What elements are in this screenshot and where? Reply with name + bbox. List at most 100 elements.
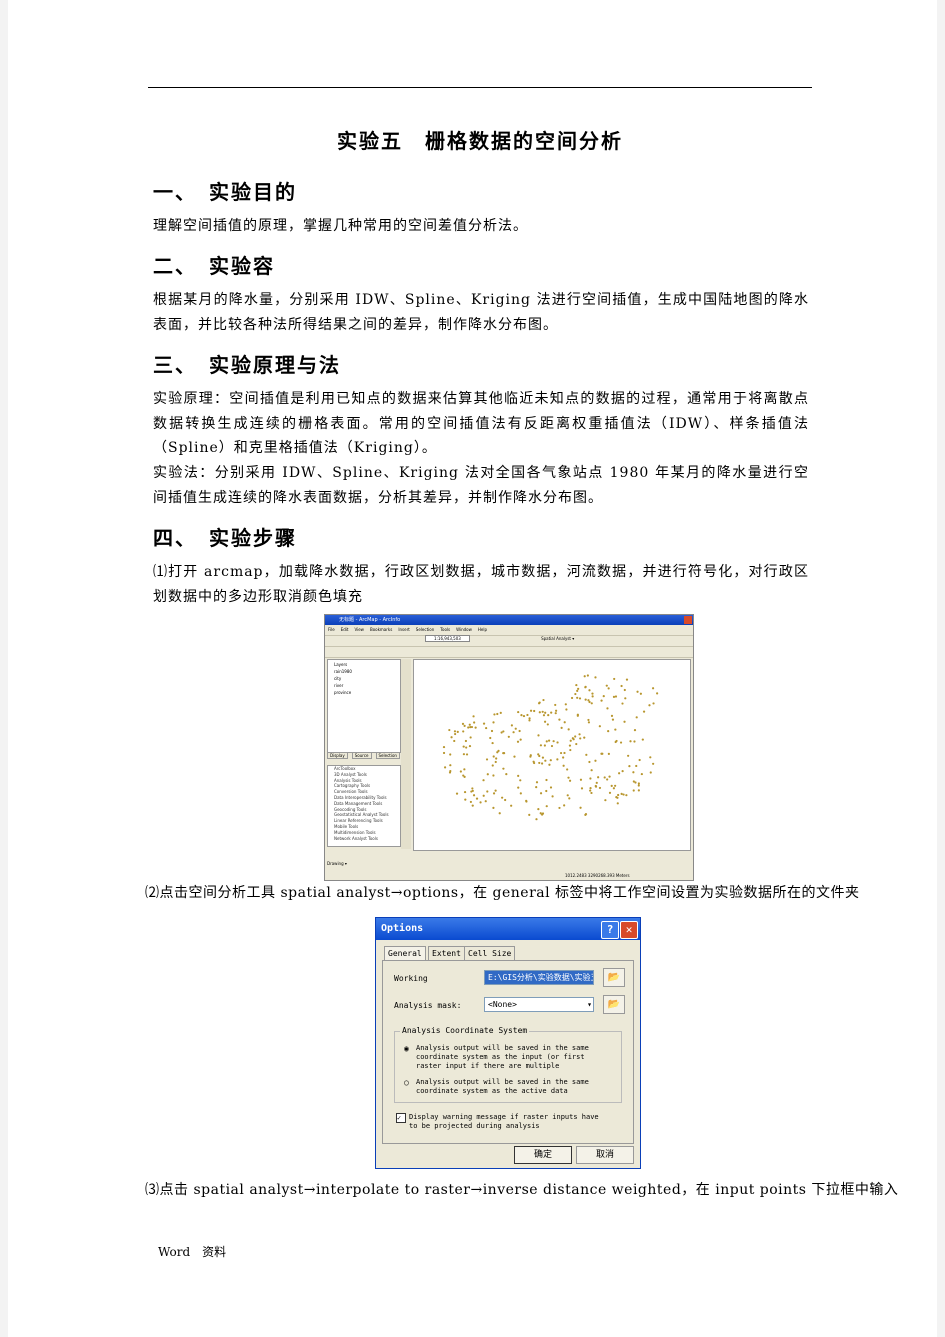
station-point [510,804,513,807]
station-point [529,754,532,757]
station-point [528,717,531,720]
station-point [621,770,624,773]
radio-same-as-input[interactable]: ◉ [404,1044,409,1053]
station-point [492,774,495,777]
item[interactable]: Window [456,627,472,632]
station-point [449,764,452,767]
station-point [589,787,592,790]
tab-cell-size[interactable]: Cell Size [464,946,516,961]
station-point [556,758,559,761]
item[interactable]: province [334,690,394,695]
step-1: ⑴打开 arcmap，加载降水数据，行政区划数据，城市数据，河流数据，并进行符号… [153,564,809,605]
warning-checkbox[interactable]: ✓ [396,1113,406,1123]
station-point [613,677,616,681]
table-of-contents: Layers rain1980 city river province [327,659,401,753]
tab-extent[interactable]: Extent [428,946,465,961]
item[interactable]: Network Analyst Tools [334,836,394,842]
station-point [637,782,640,785]
item[interactable]: Selection [375,752,400,759]
station-point [545,789,548,793]
station-point [442,745,446,749]
station-point [473,721,476,724]
tab-general[interactable]: General [384,946,426,961]
station-point [625,678,629,681]
item[interactable]: Display [327,752,348,759]
item[interactable]: Edit [341,627,349,632]
station-point [562,756,565,759]
folder-browse-icon[interactable]: 📂 [603,995,625,1014]
paragraph: 实验法：分别采用 IDW、Spline、Kriging 法对全国各气象站点 19… [153,465,809,506]
station-point [587,721,591,724]
item[interactable]: city [334,676,394,681]
station-point [616,802,619,805]
item[interactable]: Source [351,752,372,759]
station-point [502,730,505,733]
item[interactable]: Help [478,627,487,632]
station-point [569,739,572,742]
station-point [468,723,471,726]
station-point [496,712,499,716]
station-point [614,695,618,698]
item[interactable]: File [328,627,335,632]
item[interactable]: Insert [398,627,409,632]
station-point [576,696,579,699]
item[interactable]: Selection [416,627,434,632]
item[interactable]: Layers [334,662,394,667]
heading-1: 一、 实验目的 [153,180,297,204]
station-point [463,724,466,727]
station-point [563,804,566,807]
station-point [578,733,581,736]
station-point [576,689,579,693]
folder-browse-icon[interactable]: 📂 [603,968,625,987]
arcmap-title: 无标题 - ArcMap - ArcInfo [339,617,401,623]
item[interactable]: View [354,627,364,632]
analysis-mask-label: Analysis mask: [394,1001,462,1010]
arctoolbox-panel: ArcToolbox 3D Analyst Tools Analysis Tools… [327,765,401,847]
item[interactable]: Tools [440,627,450,632]
station-point [569,748,572,752]
station-point [469,736,472,739]
close-icon[interactable]: ✕ [620,921,638,939]
station-point [635,764,638,768]
station-point [588,689,591,692]
dialog-title: Options [381,923,424,934]
station-point [471,787,474,790]
item[interactable]: river [334,683,394,688]
station-point [547,739,551,742]
station-point [588,760,591,764]
spatial-analyst-menu[interactable]: Spatial Analyst ▾ [541,636,574,641]
station-point [614,740,617,744]
station-point [584,698,587,701]
drawing-toolbar[interactable]: Drawing ▾ [327,861,347,866]
footer: Word 资料 [158,1245,227,1259]
item[interactable]: rain1980 [334,669,394,674]
station-point [468,744,472,748]
item[interactable]: Bookmarks [370,627,392,632]
station-point [519,738,522,741]
item[interactable]: Data Interoperability Tools [334,795,394,801]
working-field[interactable]: E:\GIS分析\实验数据\实验五\ [484,970,594,985]
station-point [594,784,597,788]
station-point [632,780,635,783]
station-point [549,759,552,762]
station-point [547,714,550,717]
station-point [567,776,570,779]
analysis-mask-select[interactable]: <None> ▾ [484,997,594,1012]
radio-active-data[interactable]: ○ [404,1078,409,1087]
station-point [482,794,485,797]
scale-box[interactable]: 1:16,943,503 [425,635,470,642]
station-point [649,771,652,774]
help-icon[interactable]: ? [601,921,619,939]
map-view[interactable] [413,659,691,851]
station-point [636,690,639,693]
station-point [549,786,553,789]
station-point [589,777,592,780]
station-point [540,762,544,765]
status-bar: 1012.2483 3290268.393 Meters [565,873,630,878]
station-point [545,805,548,808]
station-point [495,757,498,760]
cancel-button[interactable]: 取消 [576,1146,634,1164]
station-point [612,787,615,790]
station-point [449,753,452,756]
ok-button[interactable]: 确定 [514,1146,572,1164]
